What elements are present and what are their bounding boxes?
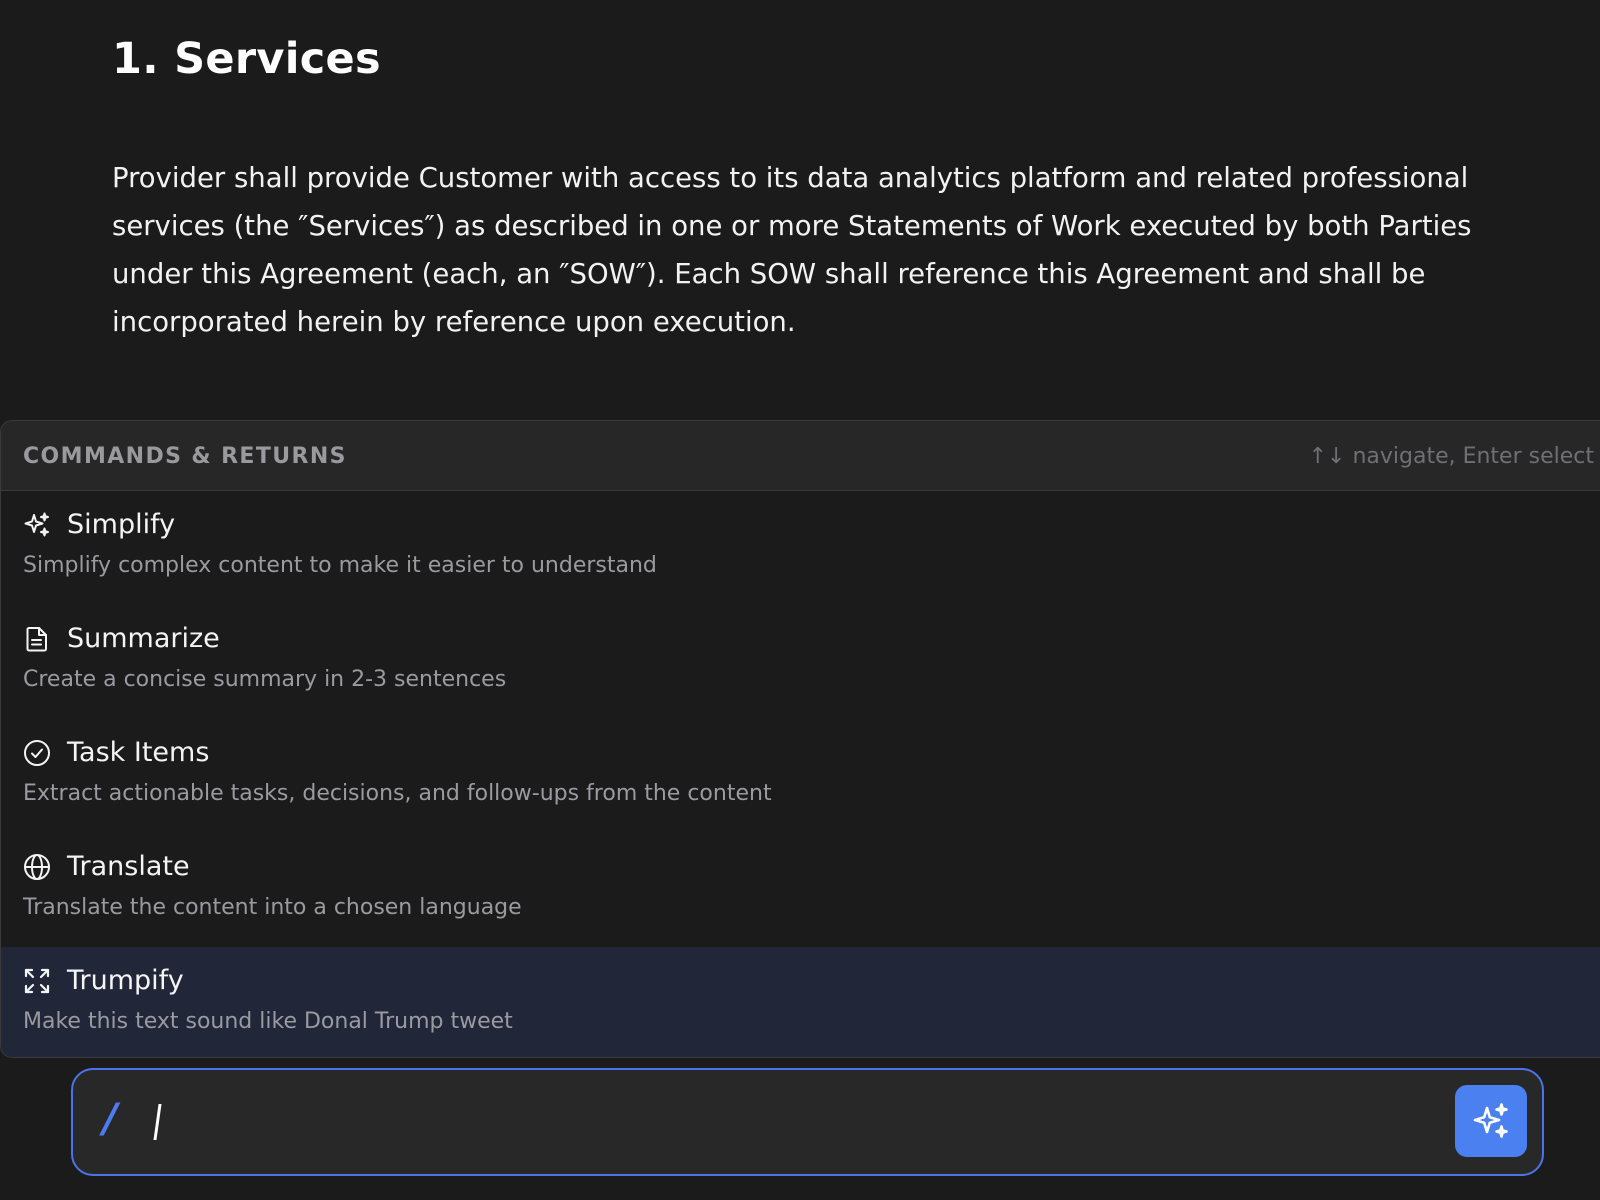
check-circle-icon xyxy=(23,739,51,767)
command-menu-header: COMMANDS & RETURNS ↑↓ navigate, Enter se… xyxy=(1,421,1600,491)
command-item-translate[interactable]: Translate Translate the content into a c… xyxy=(1,833,1600,947)
command-item-task-items[interactable]: Task Items Extract actionable tasks, dec… xyxy=(1,719,1600,833)
keyboard-hint: ↑↓ navigate, Enter select xyxy=(1308,444,1594,469)
command-input[interactable] xyxy=(145,1092,1409,1154)
command-name: Trumpify xyxy=(67,965,184,996)
command-menu-title: COMMANDS & RETURNS xyxy=(23,444,347,469)
command-input-bar: / xyxy=(71,1068,1544,1176)
command-description: Translate the content into a chosen lang… xyxy=(23,895,522,920)
globe-icon xyxy=(23,853,51,881)
command-description: Simplify complex content to make it easi… xyxy=(23,553,657,578)
command-item-trumpify[interactable]: Trumpify Make this text sound like Donal… xyxy=(1,947,1600,1057)
section-heading: 1. Services xyxy=(112,34,381,84)
document-icon xyxy=(23,625,51,653)
command-name: Translate xyxy=(67,851,190,882)
command-name: Simplify xyxy=(67,509,176,540)
command-name: Summarize xyxy=(67,623,220,654)
command-description: Extract actionable tasks, decisions, and… xyxy=(23,781,772,806)
command-menu: COMMANDS & RETURNS ↑↓ navigate, Enter se… xyxy=(0,420,1600,1058)
command-description: Create a concise summary in 2-3 sentence… xyxy=(23,667,507,692)
expand-icon xyxy=(23,967,51,995)
command-item-summarize[interactable]: Summarize Create a concise summary in 2-… xyxy=(1,605,1600,719)
ai-submit-button[interactable] xyxy=(1455,1085,1527,1157)
sparkles-icon xyxy=(23,511,51,539)
command-name: Task Items xyxy=(67,737,210,768)
slash-prefix: / xyxy=(103,1096,118,1142)
command-description: Make this text sound like Donal Trump tw… xyxy=(23,1009,513,1034)
command-item-simplify[interactable]: Simplify Simplify complex content to mak… xyxy=(1,491,1600,605)
section-paragraph: Provider shall provide Customer with acc… xyxy=(112,162,1472,338)
sparkles-icon xyxy=(1470,1100,1512,1142)
